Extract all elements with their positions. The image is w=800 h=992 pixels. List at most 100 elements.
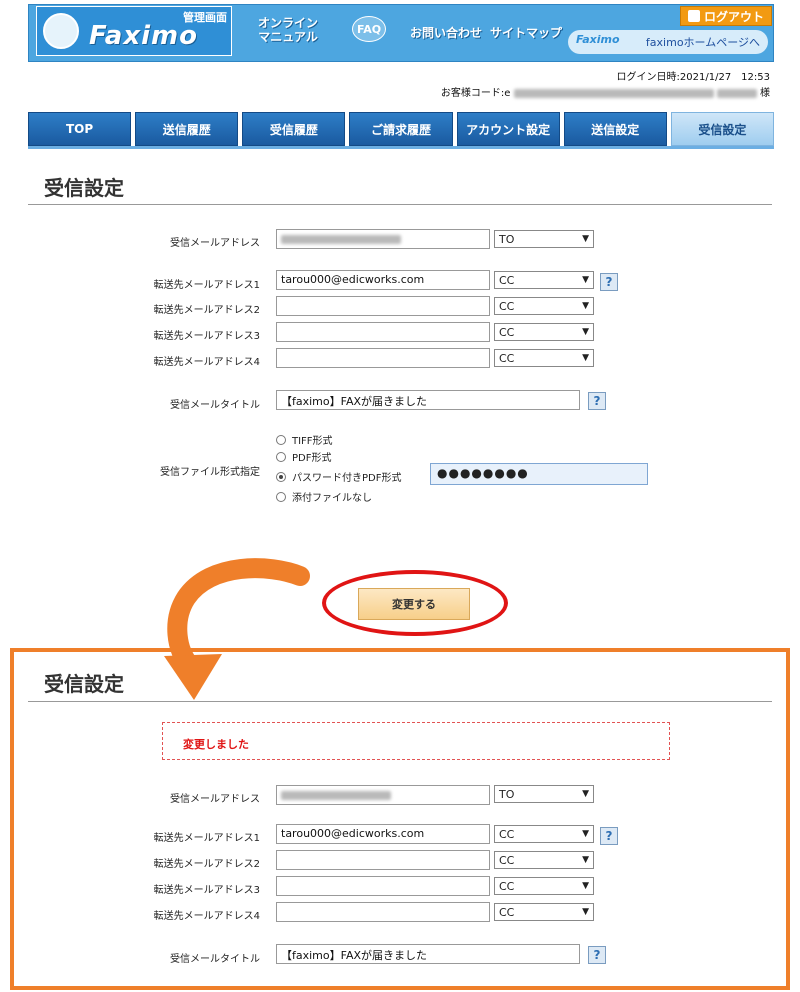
login-info: ログイン日時:2021/1/27 12:53 お客様コード:e 様 [441, 70, 770, 102]
file-format-option-pdf[interactable]: PDF形式 [276, 449, 331, 464]
homepage-link-label: faximoホームページへ [645, 36, 760, 49]
result-mail-title-field[interactable]: 【faximo】FAXが届きました [276, 944, 580, 964]
help-icon[interactable]: ? [588, 946, 606, 964]
mascot-icon [43, 13, 79, 49]
chevron-down-icon: ▼ [582, 275, 589, 285]
mail-title-field[interactable]: 【faximo】FAXが届きました [276, 390, 580, 410]
result-forward-email-field-2[interactable] [276, 850, 490, 870]
chevron-down-icon: ▼ [582, 855, 589, 865]
forward-email-field-2[interactable] [276, 296, 490, 316]
logout-button[interactable]: ログアウト [680, 6, 772, 26]
homepage-mini-logo: Faximo [576, 33, 620, 46]
forward-email-type-value-1: CC [499, 273, 515, 287]
result-forward-email-type-select-4[interactable]: CC ▼ [494, 903, 594, 921]
result-forward-email-type-select-2[interactable]: CC ▼ [494, 851, 594, 869]
result-recv-email-type-select[interactable]: TO ▼ [494, 785, 594, 803]
result-recv-email-type-value: TO [499, 787, 515, 801]
customer-name-redacted [716, 88, 757, 98]
radio-icon [276, 434, 286, 445]
nav-contact[interactable]: お問い合わせ [410, 24, 482, 41]
chevron-down-icon: ▼ [582, 881, 589, 891]
recv-email-field[interactable] [276, 229, 490, 249]
forward-email-type-value-2: CC [499, 299, 515, 313]
result-mail-title-label: 受信メールタイトル [170, 954, 260, 965]
result-recv-email-label: 受信メールアドレス [170, 794, 260, 805]
highlight-ellipse [322, 570, 508, 636]
result-forward-email-field-4[interactable] [276, 902, 490, 922]
help-icon[interactable]: ? [600, 827, 618, 845]
file-format-label: 受信ファイル形式指定 [160, 467, 260, 478]
forward-email-type-value-4: CC [499, 351, 515, 365]
tab-account-settings[interactable]: アカウント設定 [456, 112, 560, 146]
tab-billing-history[interactable]: ご請求履歴 [349, 112, 453, 146]
customer-code-prefix: e [504, 88, 511, 99]
chevron-down-icon: ▼ [582, 301, 589, 311]
recv-email-label: 受信メールアドレス [170, 238, 260, 249]
chevron-down-icon: ▼ [582, 907, 589, 917]
forward-email-field-1[interactable]: tarou000@edicworks.com [276, 270, 490, 290]
tab-send-settings[interactable]: 送信設定 [563, 112, 667, 146]
file-format-option-pdf-label: PDF形式 [292, 453, 332, 464]
forward-email-type-select-2[interactable]: CC ▼ [494, 297, 594, 315]
forward-email-field-3[interactable] [276, 322, 490, 342]
logo-brand: Faximo [89, 21, 198, 51]
result-recv-email-field[interactable] [276, 785, 490, 805]
result-forward-email-label-1: 転送先メールアドレス1 [153, 833, 260, 844]
forward-email-label-1: 転送先メールアドレス1 [153, 280, 260, 291]
mail-title-label: 受信メールタイトル [170, 400, 260, 411]
customer-code-label: お客様コード: [440, 88, 505, 99]
result-forward-email-field-1[interactable]: tarou000@edicworks.com [276, 824, 490, 844]
logo-subtitle: 管理画面 [183, 11, 227, 24]
chevron-down-icon: ▼ [582, 789, 589, 799]
help-icon[interactable]: ? [600, 273, 618, 291]
radio-selected-icon [276, 471, 286, 482]
file-format-option-none-label: 添付ファイルなし [292, 493, 372, 504]
forward-email-label-4: 転送先メールアドレス4 [153, 357, 260, 368]
login-time-value: 2021/1/27 12:53 [679, 72, 770, 83]
recv-email-type-select[interactable]: TO ▼ [494, 230, 594, 248]
chevron-down-icon: ▼ [582, 234, 589, 244]
main-tabs: TOP 送信履歴 受信履歴 ご請求履歴 アカウント設定 送信設定 受信設定 [28, 112, 774, 146]
forward-email-type-value-3: CC [499, 325, 515, 339]
result-forward-email-label-2: 転送先メールアドレス2 [153, 859, 260, 870]
customer-code-row: お客様コード:e 様 [441, 86, 770, 102]
file-format-option-password-pdf[interactable]: パスワード付きPDF形式 [276, 469, 401, 484]
result-highlight-box [10, 648, 790, 990]
result-page-title: 受信設定 [44, 672, 124, 696]
result-recv-email-redacted [281, 790, 391, 800]
nav-sitemap[interactable]: サイトマップ [490, 24, 562, 41]
customer-code-redacted [513, 88, 714, 98]
tab-receive-settings[interactable]: 受信設定 [670, 112, 774, 146]
radio-icon [276, 451, 286, 462]
radio-icon [276, 491, 286, 502]
file-format-option-none[interactable]: 添付ファイルなし [276, 489, 372, 504]
forward-email-type-select-1[interactable]: CC ▼ [494, 271, 594, 289]
tab-send-history[interactable]: 送信履歴 [135, 112, 239, 146]
faximo-logo[interactable]: Faximo 管理画面 [36, 6, 232, 56]
nav-faq[interactable]: FAQ [352, 16, 386, 42]
logout-label: ログアウト [703, 9, 764, 24]
page-title: 受信設定 [44, 176, 124, 200]
login-time-row: ログイン日時:2021/1/27 12:53 [441, 70, 770, 86]
result-forward-email-type-select-1[interactable]: CC ▼ [494, 825, 594, 843]
forward-email-type-select-3[interactable]: CC ▼ [494, 323, 594, 341]
forward-email-type-select-4[interactable]: CC ▼ [494, 349, 594, 367]
tab-top[interactable]: TOP [28, 112, 132, 146]
login-time-label: ログイン日時: [616, 72, 680, 83]
result-forward-email-label-4: 転送先メールアドレス4 [153, 911, 260, 922]
nav-online-manual-line1: オンライン [258, 16, 319, 30]
nav-online-manual[interactable]: オンライン マニュアル [258, 16, 318, 44]
result-forward-email-type-select-3[interactable]: CC ▼ [494, 877, 594, 895]
forward-email-field-4[interactable] [276, 348, 490, 368]
chevron-down-icon: ▼ [582, 829, 589, 839]
title-divider [28, 204, 772, 205]
file-format-option-tiff[interactable]: TIFF形式 [276, 432, 333, 447]
result-forward-email-type-value-3: CC [499, 879, 515, 893]
pdf-password-field[interactable]: ●●●●●●●● [430, 463, 648, 485]
result-forward-email-field-3[interactable] [276, 876, 490, 896]
forward-email-label-2: 転送先メールアドレス2 [153, 305, 260, 316]
tab-underline [28, 146, 774, 149]
help-icon[interactable]: ? [588, 392, 606, 410]
tab-receive-history[interactable]: 受信履歴 [242, 112, 346, 146]
homepage-link[interactable]: Faximo faximoホームページへ [568, 30, 768, 54]
